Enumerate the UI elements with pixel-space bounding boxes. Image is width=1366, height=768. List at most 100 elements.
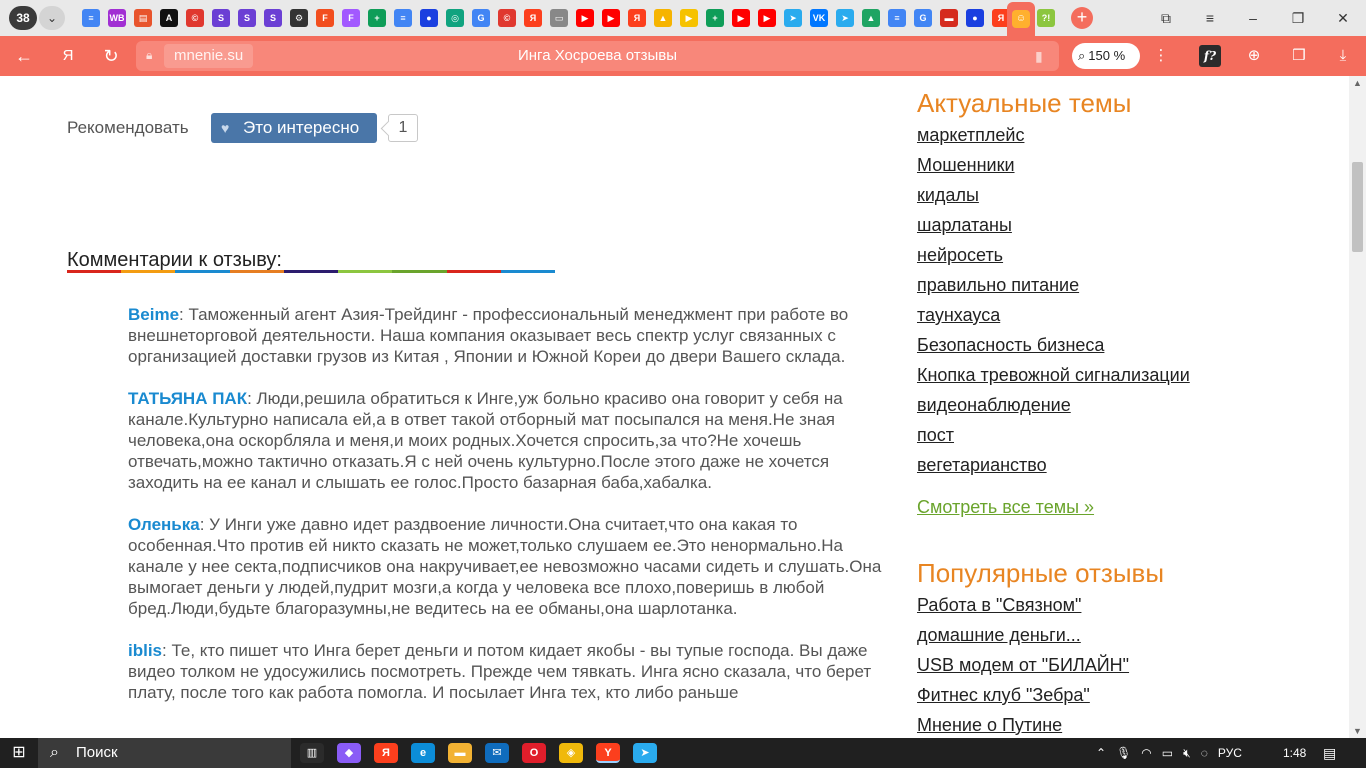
taskbar-files-icon[interactable]: ▬ [448, 743, 472, 763]
tab-favicon-icon[interactable]: ?! [1037, 9, 1055, 27]
topic-link[interactable]: видеонаблюдение [917, 390, 1337, 420]
tab-s-app-2-icon[interactable]: S [238, 9, 256, 27]
see-all-topics-link[interactable]: Смотреть все темы » [917, 496, 1337, 518]
bookmark-icon[interactable]: ▮ [1035, 48, 1047, 64]
translate-globe-icon[interactable]: ⊕ [1243, 45, 1265, 67]
taskbar-alice-icon[interactable]: ◆ [337, 743, 361, 763]
reload-icon[interactable]: ↻ [99, 44, 123, 68]
tab-vk-icon[interactable]: VK [810, 9, 828, 27]
tab-youtube-4-icon[interactable]: ▶ [758, 9, 776, 27]
topic-link[interactable]: маркетплейс [917, 120, 1337, 150]
tab-copyright-icon[interactable]: © [186, 9, 204, 27]
lock-icon[interactable]: 🔒︎ [146, 48, 158, 64]
vertical-scrollbar[interactable]: ▲ ▼ [1349, 76, 1366, 738]
display-icon[interactable]: ◌ [1201, 746, 1208, 760]
tab-google-1-icon[interactable]: G [472, 9, 490, 27]
language-indicator[interactable]: РУС [1218, 746, 1242, 760]
tab-docs-icon[interactable]: ≡ [82, 9, 100, 27]
menu-icon[interactable]: ≡ [1200, 8, 1220, 28]
topic-link[interactable]: правильно питание [917, 270, 1337, 300]
restore-icon[interactable]: ❐ [1288, 8, 1308, 28]
comment-author[interactable]: ТАТЬЯНА ПАК [128, 389, 247, 408]
taskbar-explorer-view-icon[interactable]: ▥ [300, 743, 324, 763]
collections-icon[interactable]: ❒ [1288, 45, 1310, 67]
tray-chevron-icon[interactable]: ⌃ [1096, 746, 1106, 760]
url-domain[interactable]: mnenie.su [164, 44, 254, 68]
more-vertical-icon[interactable]: ⋮ [1150, 45, 1172, 67]
tab-chat-icon[interactable]: ▭ [550, 9, 568, 27]
taskbar-opera-icon[interactable]: O [522, 743, 546, 763]
tab-google-2-icon[interactable]: G [914, 9, 932, 27]
topic-link[interactable]: Кнопка тревожной сигнализации [917, 360, 1337, 390]
comment-author[interactable]: Оленька [128, 515, 200, 534]
downloads-icon[interactable]: ⤓ [1332, 45, 1354, 67]
topic-link[interactable]: шарлатаны [917, 210, 1337, 240]
notifications-icon[interactable]: ▤ [1323, 744, 1341, 762]
url-field[interactable]: 🔒︎ mnenie.su Инга Хосроева отзывы ▮ [136, 41, 1059, 71]
battery-icon[interactable]: ▭ [1162, 746, 1173, 760]
tab-dot-blue-icon[interactable]: ● [420, 9, 438, 27]
tab-play-yellow-icon[interactable]: ▶ [680, 9, 698, 27]
topic-link[interactable]: кидалы [917, 180, 1337, 210]
taskbar-edge-icon[interactable]: e [411, 743, 435, 763]
active-tab[interactable]: ☺ [1007, 2, 1035, 36]
minimize-icon[interactable]: – [1243, 8, 1263, 28]
taskbar-yandex-active-icon[interactable]: Y [596, 743, 620, 763]
tab-sheets-1-icon[interactable]: + [368, 9, 386, 27]
topic-link[interactable]: пост [917, 420, 1337, 450]
tab-chatgpt-icon[interactable]: ◎ [446, 9, 464, 27]
tab-drive-icon[interactable]: ▲ [862, 9, 880, 27]
comment-author[interactable]: Beime [128, 305, 179, 324]
tab-sheets-2-icon[interactable]: + [706, 9, 724, 27]
tab-dot-blue-2-icon[interactable]: ● [966, 9, 984, 27]
popular-review-link[interactable]: Работа в "Связном" [917, 590, 1337, 620]
tab-docs-2-icon[interactable]: ≡ [394, 9, 412, 27]
tab-s-app-3-icon[interactable]: S [264, 9, 282, 27]
tab-wildberries-icon[interactable]: WB [108, 9, 126, 27]
bookmarks-panel-icon[interactable]: ⧉ [1156, 8, 1176, 28]
scroll-thumb[interactable] [1352, 162, 1363, 252]
topic-link[interactable]: вегетарианство [917, 450, 1337, 480]
popular-review-link[interactable]: USB модем от "БИЛАЙН" [917, 650, 1337, 680]
popular-review-link[interactable]: домашние деньги... [917, 620, 1337, 650]
topic-link[interactable]: таунхауса [917, 300, 1337, 330]
popular-review-link[interactable]: Фитнес клуб "Зебра" [917, 680, 1337, 710]
volume-muted-icon[interactable]: 🔇︎ [1183, 746, 1191, 761]
topic-link[interactable]: Безопасность бизнеса [917, 330, 1337, 360]
tab-telegram-2-icon[interactable]: ➤ [836, 9, 854, 27]
comment-author[interactable]: iblis [128, 641, 162, 660]
scroll-up-arrow-icon[interactable]: ▲ [1349, 76, 1366, 90]
windows-start-icon[interactable]: ⊞ [0, 738, 38, 768]
taskbar-yandex-browser-icon[interactable]: Я [374, 743, 398, 763]
tab-youtube-1-icon[interactable]: ▶ [576, 9, 594, 27]
back-arrow-icon[interactable]: ← [12, 44, 36, 68]
tab-list-chevron-icon[interactable]: ⌄ [39, 6, 65, 30]
clock[interactable]: 1:48 [1283, 738, 1306, 768]
tab-docs-3-icon[interactable]: ≡ [888, 9, 906, 27]
tab-figma-1-icon[interactable]: F [316, 9, 334, 27]
tab-a-letter-icon[interactable]: A [160, 9, 178, 27]
taskbar-telegram-icon[interactable]: ➤ [633, 743, 657, 763]
scroll-down-arrow-icon[interactable]: ▼ [1349, 724, 1366, 738]
fx-extension-icon[interactable]: f? [1199, 45, 1221, 67]
tab-store-icon[interactable]: ▤ [134, 9, 152, 27]
yandex-home-icon[interactable]: Я [56, 44, 80, 68]
tab-copyright-2-icon[interactable]: © [498, 9, 516, 27]
close-icon[interactable]: ✕ [1333, 8, 1353, 28]
microphone-icon[interactable]: 🎙︎ [1116, 746, 1131, 760]
tab-yandex-2-icon[interactable]: Я [628, 9, 646, 27]
tab-s-app-1-icon[interactable]: S [212, 9, 230, 27]
topic-link[interactable]: Мошенники [917, 150, 1337, 180]
zoom-level-button[interactable]: ⌕ 150 % [1072, 43, 1140, 69]
tab-flag-icon[interactable]: ▬ [940, 9, 958, 27]
tab-youtube-2-icon[interactable]: ▶ [602, 9, 620, 27]
tab-gear-icon[interactable]: ⚙ [290, 9, 308, 27]
taskbar-mail-icon[interactable]: ✉ [485, 743, 509, 763]
taskbar-binance-icon[interactable]: ◈ [559, 743, 583, 763]
tab-youtube-3-icon[interactable]: ▶ [732, 9, 750, 27]
topic-link[interactable]: нейросеть [917, 240, 1337, 270]
wifi-icon[interactable]: ◠ [1141, 746, 1151, 760]
tab-yandex-1-icon[interactable]: Я [524, 9, 542, 27]
interest-like-button[interactable]: ♥ Это интересно [211, 113, 377, 143]
tab-figma-2-icon[interactable]: F [342, 9, 360, 27]
